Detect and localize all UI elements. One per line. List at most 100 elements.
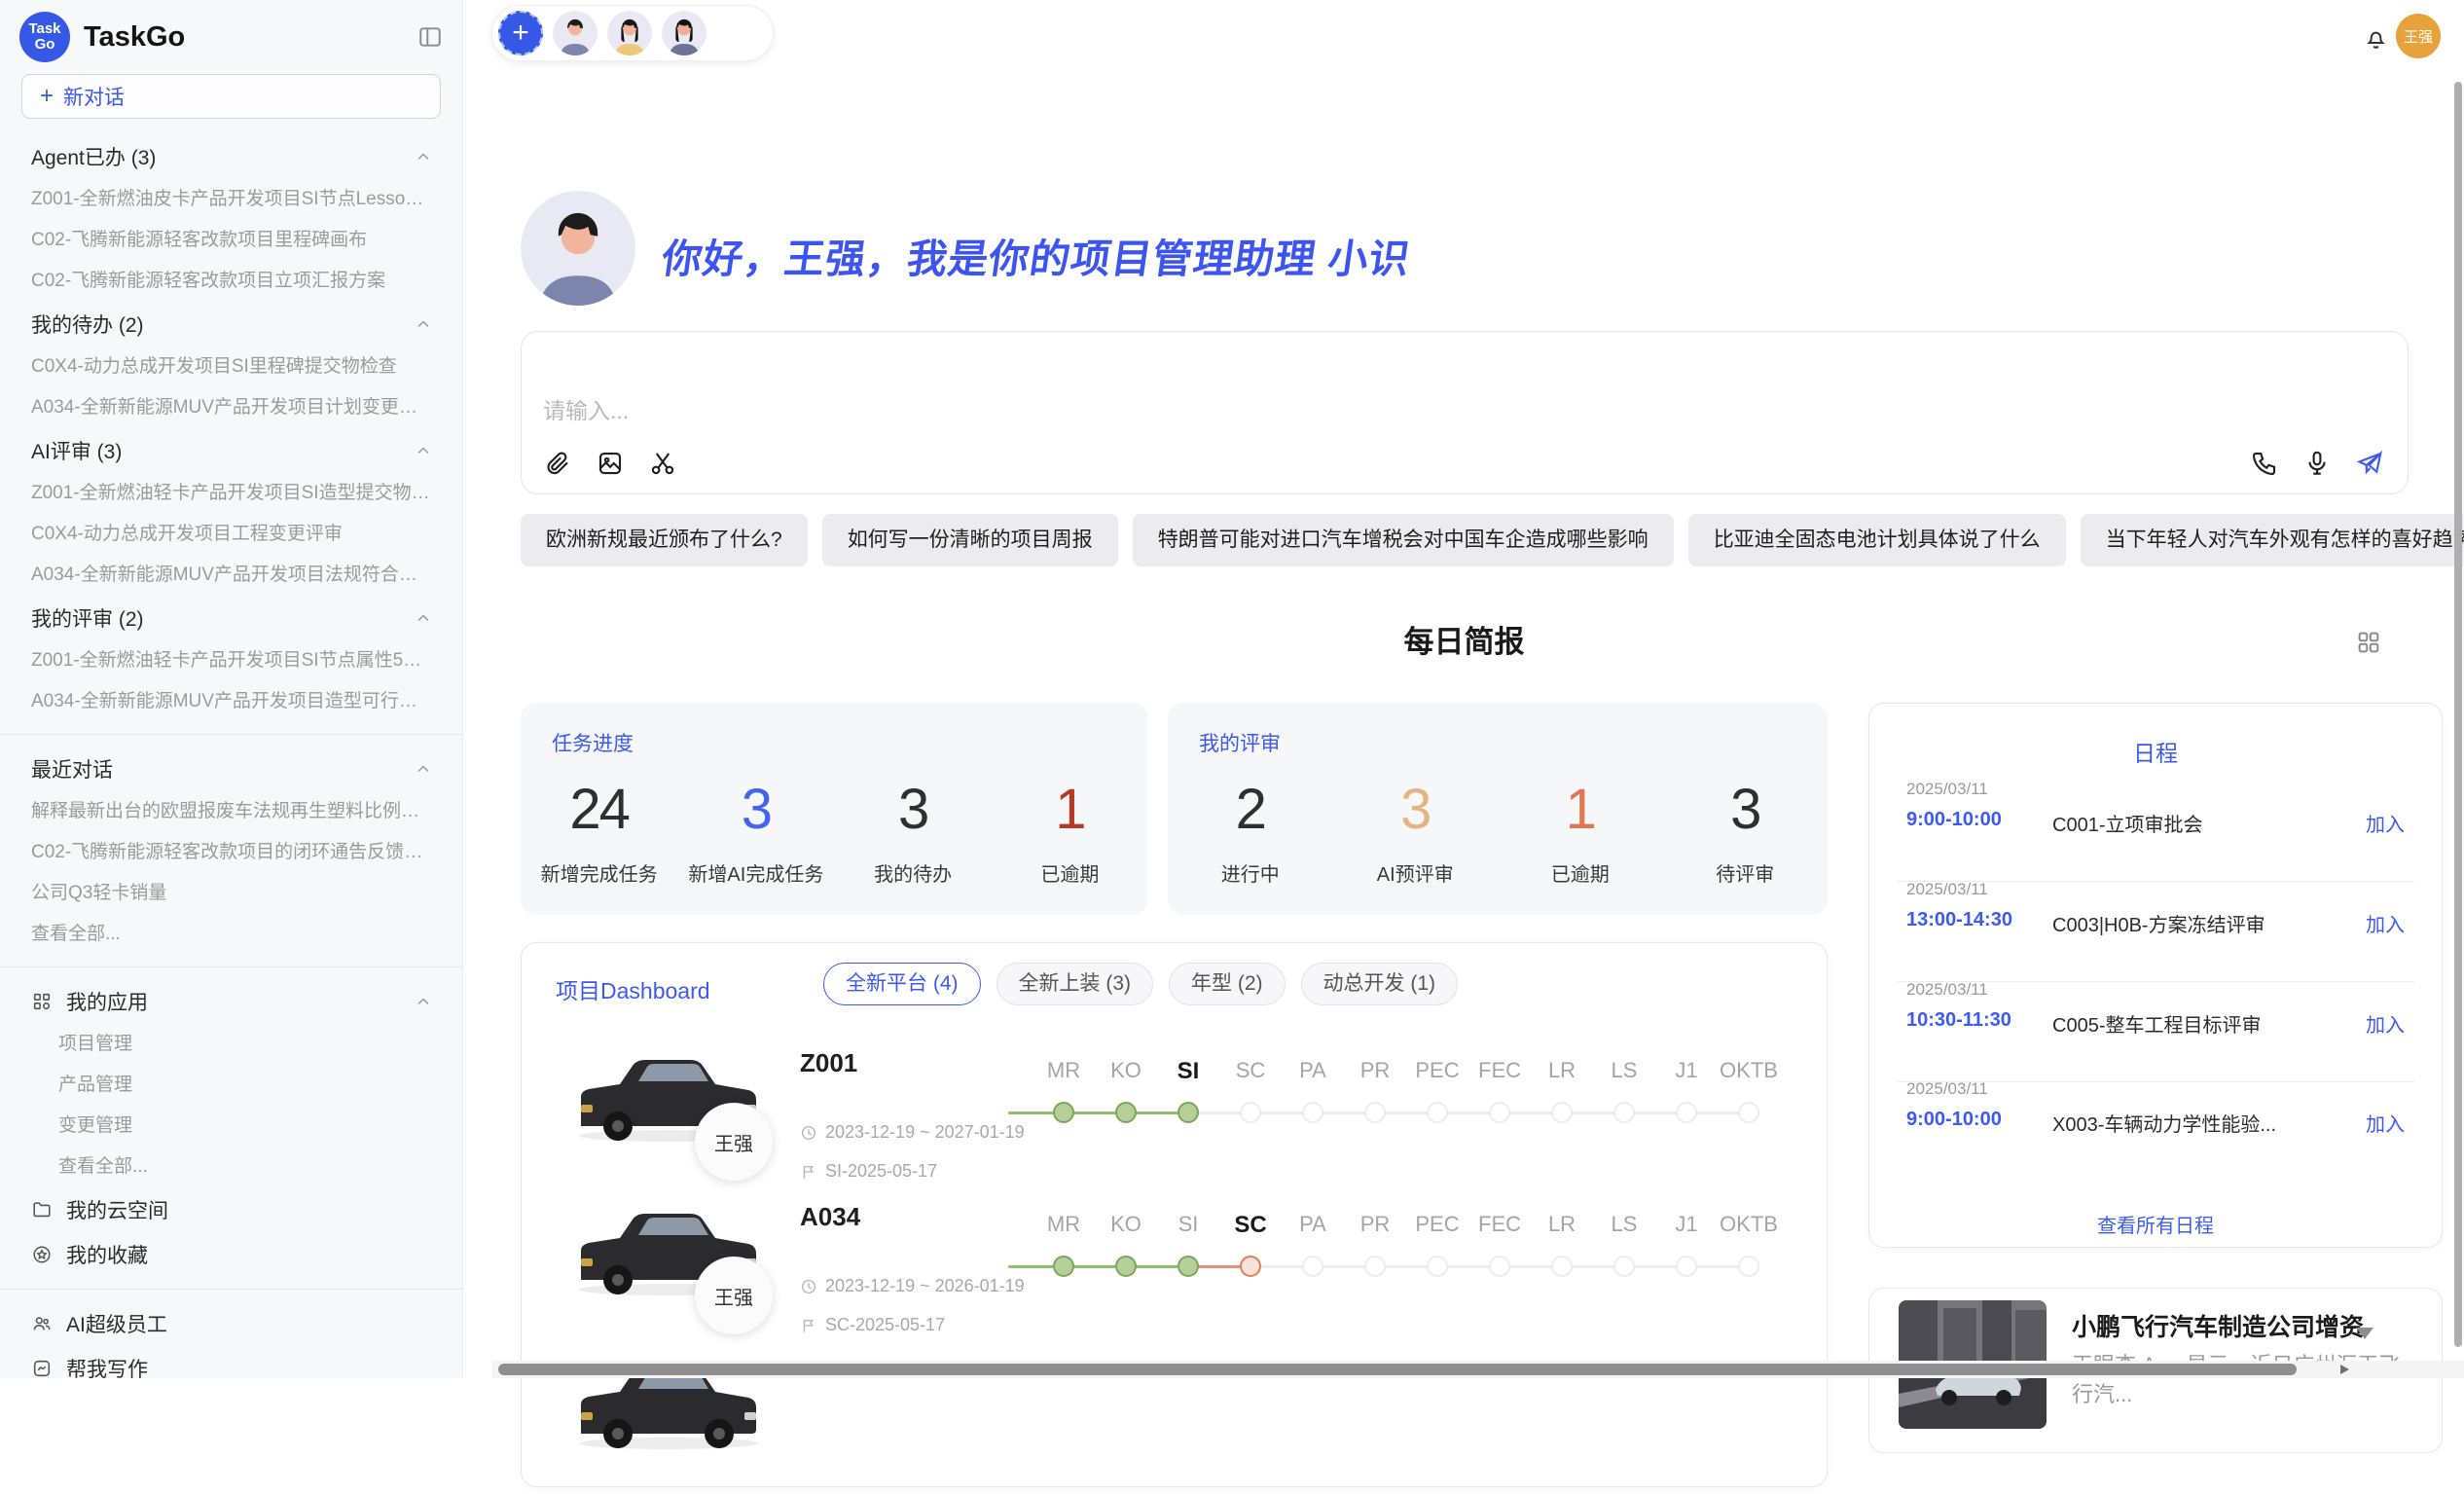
sidebar-item[interactable]: C02-飞腾新能源轻客改款项目的闭环通告反馈情况: [0, 832, 462, 873]
suggestion-chip[interactable]: 欧洲新规最近颁布了什么?: [521, 514, 808, 566]
daily-briefing-title: 每日简报: [464, 617, 2464, 661]
chevron-up-icon[interactable]: [414, 441, 433, 460]
chevron-up-icon[interactable]: [414, 759, 433, 779]
milestone-node[interactable]: [1551, 1102, 1573, 1123]
milestone-node[interactable]: [1364, 1102, 1386, 1123]
milestone-node[interactable]: [1676, 1102, 1697, 1123]
milestone-node[interactable]: [1240, 1102, 1261, 1123]
schedule-view-all-link[interactable]: 查看所有日程: [1869, 1210, 2442, 1238]
dashboard-tab[interactable]: 全新平台 (4): [823, 963, 981, 1005]
event-join-link[interactable]: 加入: [2366, 1009, 2405, 1038]
milestone-node[interactable]: [1053, 1102, 1074, 1123]
chevron-up-icon[interactable]: [414, 992, 433, 1011]
milestone-node[interactable]: [1676, 1256, 1697, 1277]
suggestion-chip[interactable]: 如何写一份清晰的项目周报: [822, 514, 1118, 566]
sidebar-app-item[interactable]: 变更管理: [0, 1106, 462, 1147]
milestone-node[interactable]: [1613, 1256, 1635, 1277]
chevron-up-icon[interactable]: [414, 147, 433, 166]
sidebar-section-header[interactable]: 我的评审 (2): [0, 596, 462, 640]
sidebar-app-item[interactable]: 查看全部...: [0, 1147, 462, 1187]
image-icon[interactable]: [596, 449, 625, 478]
milestone-node[interactable]: [1302, 1256, 1323, 1277]
new-chat-button[interactable]: + 新对话: [21, 74, 441, 119]
milestone-node[interactable]: [1240, 1256, 1261, 1277]
sidebar-app-item[interactable]: 产品管理: [0, 1065, 462, 1106]
sidebar-item-folder[interactable]: 我的云空间: [0, 1187, 462, 1232]
milestone-node[interactable]: [1738, 1102, 1759, 1123]
milestone-node[interactable]: [1489, 1256, 1510, 1277]
send-icon[interactable]: [2355, 449, 2384, 478]
milestone-node[interactable]: [1427, 1256, 1448, 1277]
vertical-scrollbar-thumb[interactable]: [2454, 82, 2462, 1347]
stat-label: AI预评审: [1333, 858, 1499, 887]
milestone-node[interactable]: [1053, 1256, 1074, 1277]
sidebar-item[interactable]: C02-飞腾新能源轻客改款项目里程碑画布: [0, 220, 462, 261]
milestone-node[interactable]: [1115, 1102, 1137, 1123]
scroll-down-arrow-icon[interactable]: [2356, 1328, 2373, 1339]
notification-bell-icon[interactable]: [2363, 25, 2389, 52]
sidebar-item[interactable]: C0X4-动力总成开发项目SI里程碑提交物检查: [0, 346, 462, 387]
horizontal-scrollbar[interactable]: [491, 1361, 2464, 1378]
sidebar-item[interactable]: Z001-全新燃油皮卡产品开发项目SI节点Lesson Learn报告: [0, 179, 462, 220]
message-composer[interactable]: 请输入...: [521, 331, 2409, 494]
app-logo: Task Go: [19, 12, 70, 62]
microphone-icon[interactable]: [2302, 449, 2332, 478]
user-avatar[interactable]: 王强: [2396, 14, 2441, 58]
dashboard-tab[interactable]: 全新上装 (3): [996, 963, 1154, 1005]
scroll-right-arrow-icon[interactable]: [2340, 1365, 2349, 1374]
sidebar-item[interactable]: Z001-全新燃油轻卡产品开发项目SI节点属性5D文件评审: [0, 640, 462, 681]
chevron-up-icon[interactable]: [414, 314, 433, 334]
sidebar-view-all-link[interactable]: 查看全部...: [0, 914, 462, 955]
sidebar-section-header[interactable]: 我的待办 (2): [0, 302, 462, 346]
milestone-node[interactable]: [1489, 1102, 1510, 1123]
event-join-link[interactable]: 加入: [2366, 809, 2405, 837]
attachment-icon[interactable]: [543, 449, 572, 478]
team-avatars-bar: +: [491, 5, 774, 61]
layout-grid-icon[interactable]: [2355, 629, 2382, 656]
teammate-avatar[interactable]: [553, 11, 598, 55]
sidebar-app-item[interactable]: 项目管理: [0, 1024, 462, 1065]
sidebar-section-my-apps[interactable]: 我的应用: [0, 979, 462, 1024]
sidebar-item[interactable]: A034-全新新能源MUV产品开发项目造型可行性评审: [0, 681, 462, 722]
suggestion-chip[interactable]: 当下年轻人对汽车外观有怎样的喜好趋势: [2081, 514, 2464, 566]
chevron-up-icon[interactable]: [414, 608, 433, 628]
milestone-node[interactable]: [1738, 1256, 1759, 1277]
sidebar-section-title: 最近对话: [31, 754, 113, 783]
phone-call-icon[interactable]: [2250, 449, 2279, 478]
sidebar-item[interactable]: A034-全新新能源MUV产品开发项目法规符合性评审: [0, 555, 462, 596]
event-join-link[interactable]: 加入: [2366, 909, 2405, 937]
milestone-node[interactable]: [1427, 1102, 1448, 1123]
milestone-node[interactable]: [1613, 1102, 1635, 1123]
suggestion-chip[interactable]: 特朗普可能对进口汽车增税会对中国车企造成哪些影响: [1133, 514, 1674, 566]
milestone-node[interactable]: [1551, 1256, 1573, 1277]
sidebar-item[interactable]: 解释最新出台的欧盟报废车法规再生塑料比例被调至15%...: [0, 791, 462, 832]
milestone-node[interactable]: [1178, 1256, 1199, 1277]
sidebar-item-label: AI超级员工: [66, 1309, 167, 1338]
sidebar-item-badge-star[interactable]: 我的收藏: [0, 1232, 462, 1277]
sidebar-tool-write[interactable]: 帮我写作: [0, 1346, 462, 1378]
add-member-button[interactable]: +: [498, 11, 543, 55]
divider: [0, 966, 462, 967]
scissors-icon[interactable]: [648, 449, 677, 478]
sidebar-tool-people[interactable]: AI超级员工: [0, 1301, 462, 1346]
teammate-avatar[interactable]: [662, 11, 707, 55]
sidebar-section-header[interactable]: 最近对话: [0, 747, 462, 791]
teammate-avatar[interactable]: [607, 11, 652, 55]
horizontal-scrollbar-thumb[interactable]: [498, 1364, 2297, 1375]
sidebar-item[interactable]: 公司Q3轻卡销量: [0, 873, 462, 914]
milestone-node[interactable]: [1115, 1256, 1137, 1277]
sidebar-item[interactable]: A034-全新新能源MUV产品开发项目计划变更表编写: [0, 387, 462, 428]
dashboard-tab[interactable]: 年型 (2): [1169, 963, 1286, 1005]
sidebar-item[interactable]: Z001-全新燃油轻卡产品开发项目SI造型提交物评审: [0, 473, 462, 514]
milestone-node[interactable]: [1178, 1102, 1199, 1123]
suggestion-chip[interactable]: 比亚迪全固态电池计划具体说了什么: [1688, 514, 2066, 566]
milestone-node[interactable]: [1364, 1256, 1386, 1277]
sidebar-section-header[interactable]: AI评审 (3): [0, 428, 462, 473]
event-join-link[interactable]: 加入: [2366, 1109, 2405, 1137]
milestone-node[interactable]: [1302, 1102, 1323, 1123]
sidebar-item[interactable]: C0X4-动力总成开发项目工程变更评审: [0, 514, 462, 555]
sidebar-section-header[interactable]: Agent已办 (3): [0, 134, 462, 179]
sidebar-item[interactable]: C02-飞腾新能源轻客改款项目立项汇报方案: [0, 261, 462, 302]
dashboard-tab[interactable]: 动总开发 (1): [1301, 963, 1459, 1005]
collapse-sidebar-icon[interactable]: [417, 24, 443, 50]
